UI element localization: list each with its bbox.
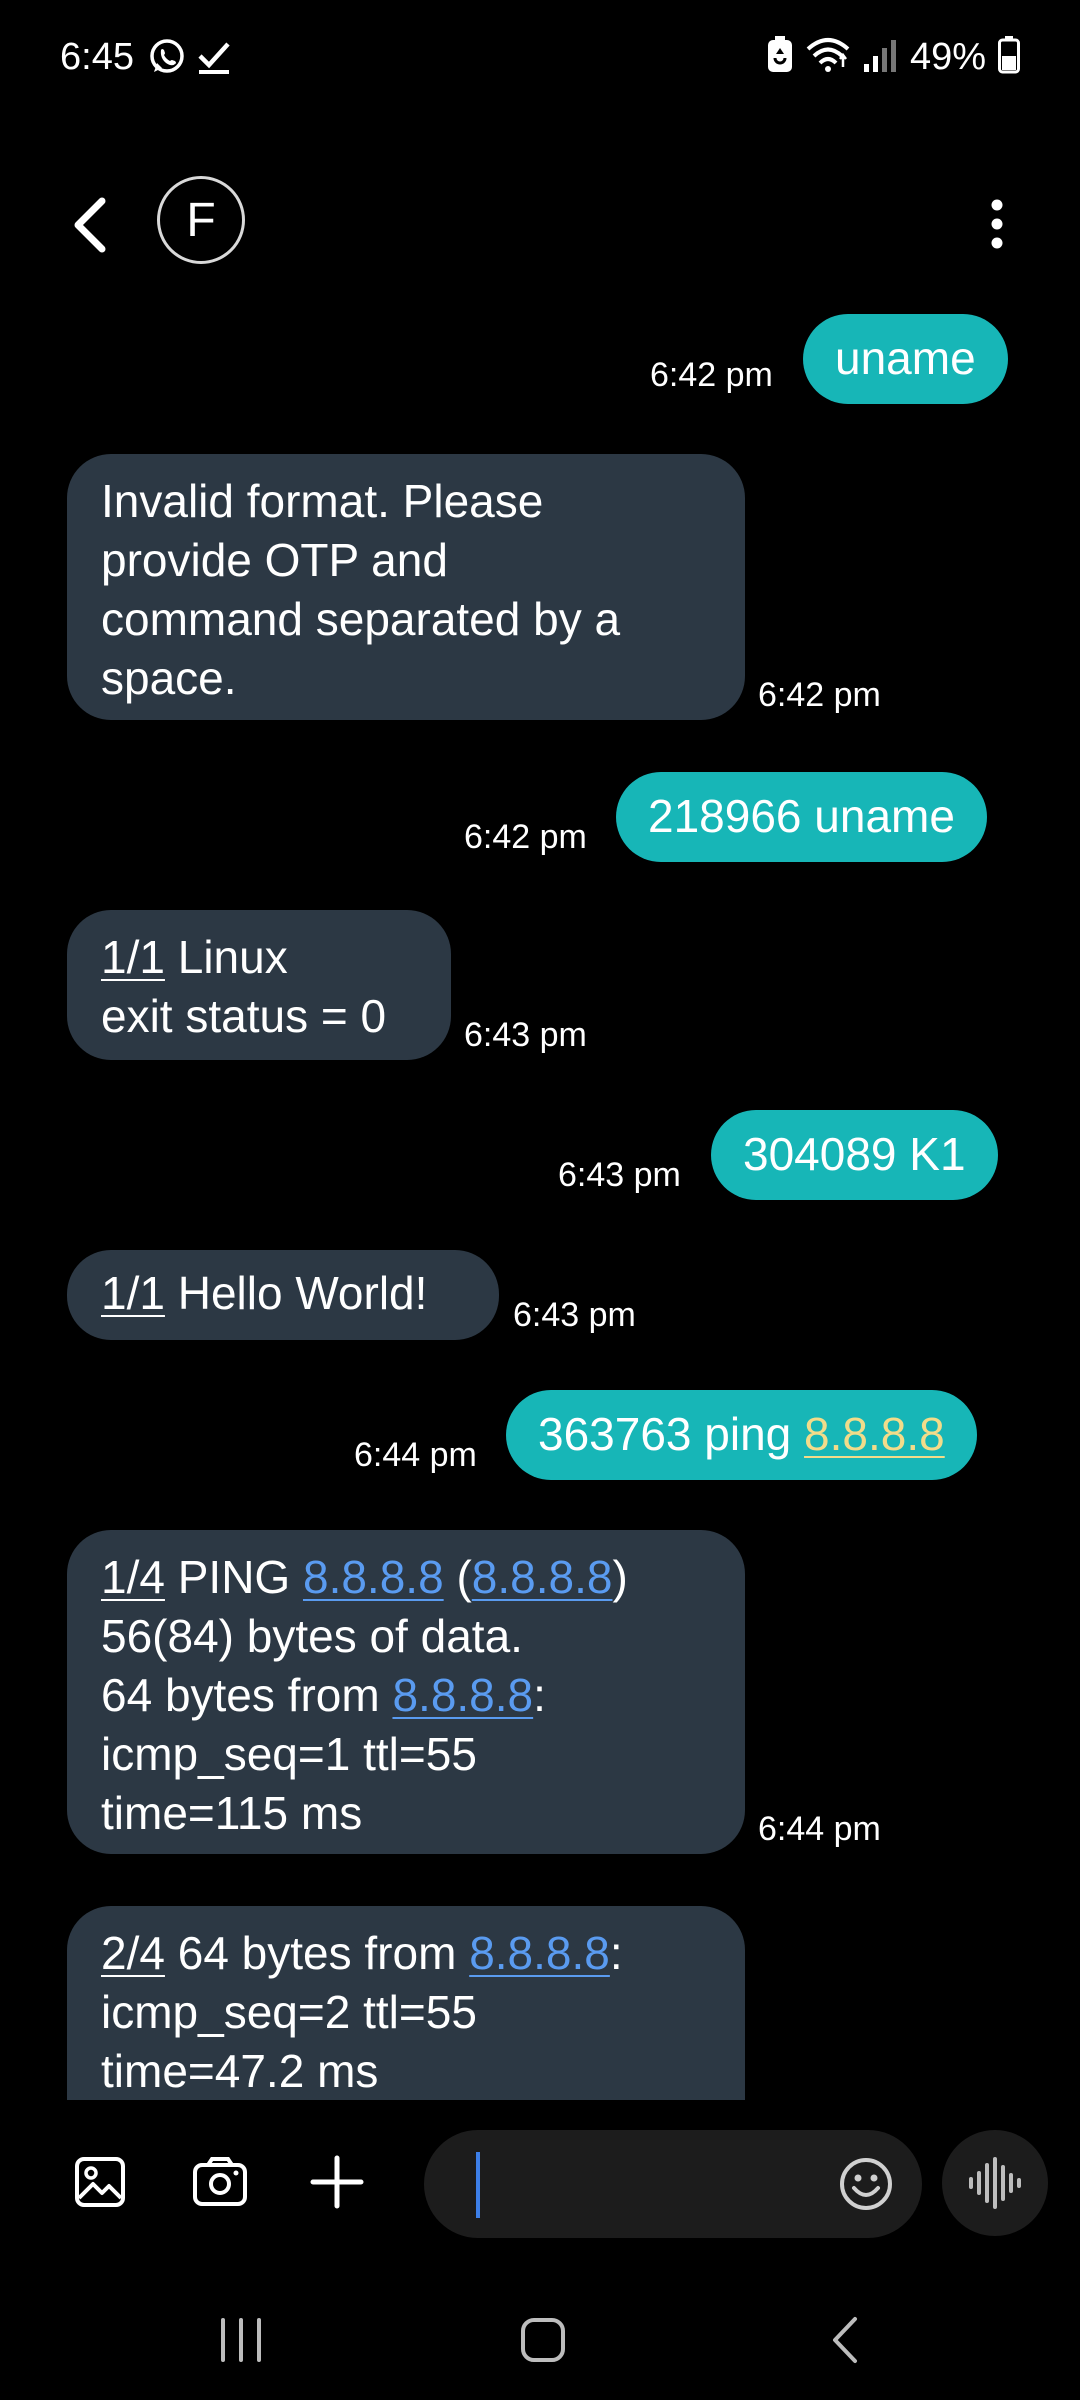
- battery-icon: [998, 36, 1020, 79]
- message-line: Invalid format. Please: [101, 475, 544, 527]
- message-text: 64 bytes from: [101, 1669, 393, 1721]
- home-button[interactable]: [503, 2300, 583, 2380]
- more-vertical-icon: [991, 199, 1003, 249]
- wifi-icon: [806, 37, 850, 78]
- message-timestamp: 6:42 pm: [758, 676, 881, 714]
- part-indicator: 2/4: [101, 1927, 165, 1979]
- status-bar: 6:45 49%: [0, 0, 1080, 120]
- recents-icon: [221, 2318, 261, 2362]
- message-line: space.: [101, 652, 237, 704]
- text-cursor: [476, 2152, 480, 2218]
- home-icon: [521, 2318, 565, 2362]
- message-line: provide OTP and: [101, 534, 448, 586]
- nav-back-button[interactable]: [805, 2300, 885, 2380]
- part-indicator: 1/1: [101, 931, 165, 983]
- recents-button[interactable]: [201, 2300, 281, 2380]
- message-timestamp: 6:44 pm: [354, 1436, 477, 1474]
- messaging-screen: 6:45 49% F 6:42 pm uname Invalid format.…: [0, 0, 1080, 2400]
- check-icon: [196, 38, 232, 81]
- message-line: exit status = 0: [101, 990, 387, 1042]
- message-text: :: [533, 1669, 546, 1721]
- message-timestamp: 6:43 pm: [513, 1296, 636, 1334]
- received-bubble[interactable]: 1/1 Linux exit status = 0: [67, 910, 451, 1060]
- message-line: icmp_seq=2 ttl=55: [101, 1986, 477, 2038]
- message-timestamp: 6:43 pm: [558, 1156, 681, 1194]
- message-line: icmp_seq=1 ttl=55: [101, 1728, 477, 1780]
- message-list[interactable]: 6:42 pm uname Invalid format. Please pro…: [0, 300, 1080, 2100]
- message-text: 218966 uname: [648, 790, 955, 842]
- message-timestamp: 6:42 pm: [650, 356, 773, 394]
- camera-icon: [193, 2157, 247, 2206]
- message-line: 1/4 PING 8.8.8.8 (8.8.8.8): [101, 1548, 711, 1607]
- status-time: 6:45: [60, 36, 134, 78]
- message-text: Linux: [164, 931, 288, 983]
- message-text: 304089 K1: [743, 1128, 966, 1180]
- received-bubble[interactable]: 1/1 Hello World!: [67, 1250, 499, 1340]
- emoji-button[interactable]: [834, 2152, 898, 2216]
- message-composer: [0, 2120, 1080, 2250]
- sent-bubble[interactable]: 363763 ping 8.8.8.8: [506, 1390, 977, 1480]
- ip-link[interactable]: 8.8.8.8: [303, 1551, 444, 1603]
- message-timestamp: 6:42 pm: [464, 818, 587, 856]
- add-attachment-button[interactable]: [297, 2142, 377, 2222]
- received-bubble[interactable]: 2/4 64 bytes from 8.8.8.8: icmp_seq=2 tt…: [67, 1906, 745, 2100]
- message-input-container[interactable]: [424, 2130, 922, 2238]
- message-line: time=115 ms: [101, 1787, 363, 1839]
- message-text: ): [612, 1551, 628, 1603]
- message-line: 1/1 Linux: [101, 928, 417, 987]
- camera-button[interactable]: [180, 2142, 260, 2222]
- ip-link[interactable]: 8.8.8.8: [392, 1669, 533, 1721]
- message-text: 363763 ping: [538, 1408, 805, 1460]
- part-indicator: 1/1: [101, 1267, 165, 1319]
- received-bubble[interactable]: 1/4 PING 8.8.8.8 (8.8.8.8) 56(84) bytes …: [67, 1530, 745, 1854]
- back-icon: [833, 2317, 857, 2363]
- chevron-left-icon: [74, 197, 106, 253]
- part-indicator: 1/4: [101, 1551, 165, 1603]
- status-right-group: 49%: [766, 36, 1020, 79]
- message-text: Hello World!: [164, 1267, 428, 1319]
- message-input[interactable]: [474, 2148, 798, 2220]
- ip-link[interactable]: 8.8.8.8: [804, 1408, 945, 1460]
- conversation-header: F: [0, 170, 1080, 280]
- message-text: PING: [164, 1551, 303, 1603]
- sent-bubble[interactable]: uname: [803, 314, 1008, 404]
- battery-saver-icon: [766, 36, 794, 79]
- message-line: 56(84) bytes of data.: [101, 1610, 523, 1662]
- voice-record-button[interactable]: [942, 2130, 1048, 2236]
- contact-avatar[interactable]: F: [157, 176, 245, 264]
- message-timestamp: 6:44 pm: [758, 1810, 881, 1848]
- message-text: uname: [835, 332, 976, 384]
- message-line: 2/4 64 bytes from 8.8.8.8:: [101, 1924, 711, 1983]
- back-button[interactable]: [60, 192, 120, 258]
- system-navigation-bar: [0, 2280, 1080, 2400]
- received-bubble[interactable]: Invalid format. Please provide OTP and c…: [67, 454, 745, 720]
- sent-bubble[interactable]: 304089 K1: [711, 1110, 998, 1200]
- message-text: 64 bytes from: [164, 1927, 470, 1979]
- gallery-icon: [75, 2157, 125, 2207]
- message-line: 1/1 Hello World!: [101, 1264, 465, 1323]
- message-timestamp: 6:43 pm: [464, 1016, 587, 1054]
- gallery-button[interactable]: [60, 2142, 140, 2222]
- message-line: 64 bytes from 8.8.8.8:: [101, 1666, 711, 1725]
- ip-link[interactable]: 8.8.8.8: [469, 1927, 610, 1979]
- more-options-button[interactable]: [972, 194, 1022, 254]
- message-text: :: [609, 1927, 623, 1979]
- message-text: (: [443, 1551, 472, 1603]
- plus-icon: [310, 2155, 364, 2209]
- ip-link[interactable]: 8.8.8.8: [472, 1551, 613, 1603]
- signal-icon: [862, 38, 898, 77]
- voice-record-icon: [969, 2157, 1021, 2209]
- message-line: time=47.2 ms: [101, 2045, 379, 2097]
- sent-bubble[interactable]: 218966 uname: [616, 772, 987, 862]
- whatsapp-icon: [148, 38, 186, 81]
- battery-percent: 49%: [909, 36, 986, 78]
- message-line: command separated by a: [101, 593, 621, 645]
- emoji-icon: [840, 2158, 892, 2210]
